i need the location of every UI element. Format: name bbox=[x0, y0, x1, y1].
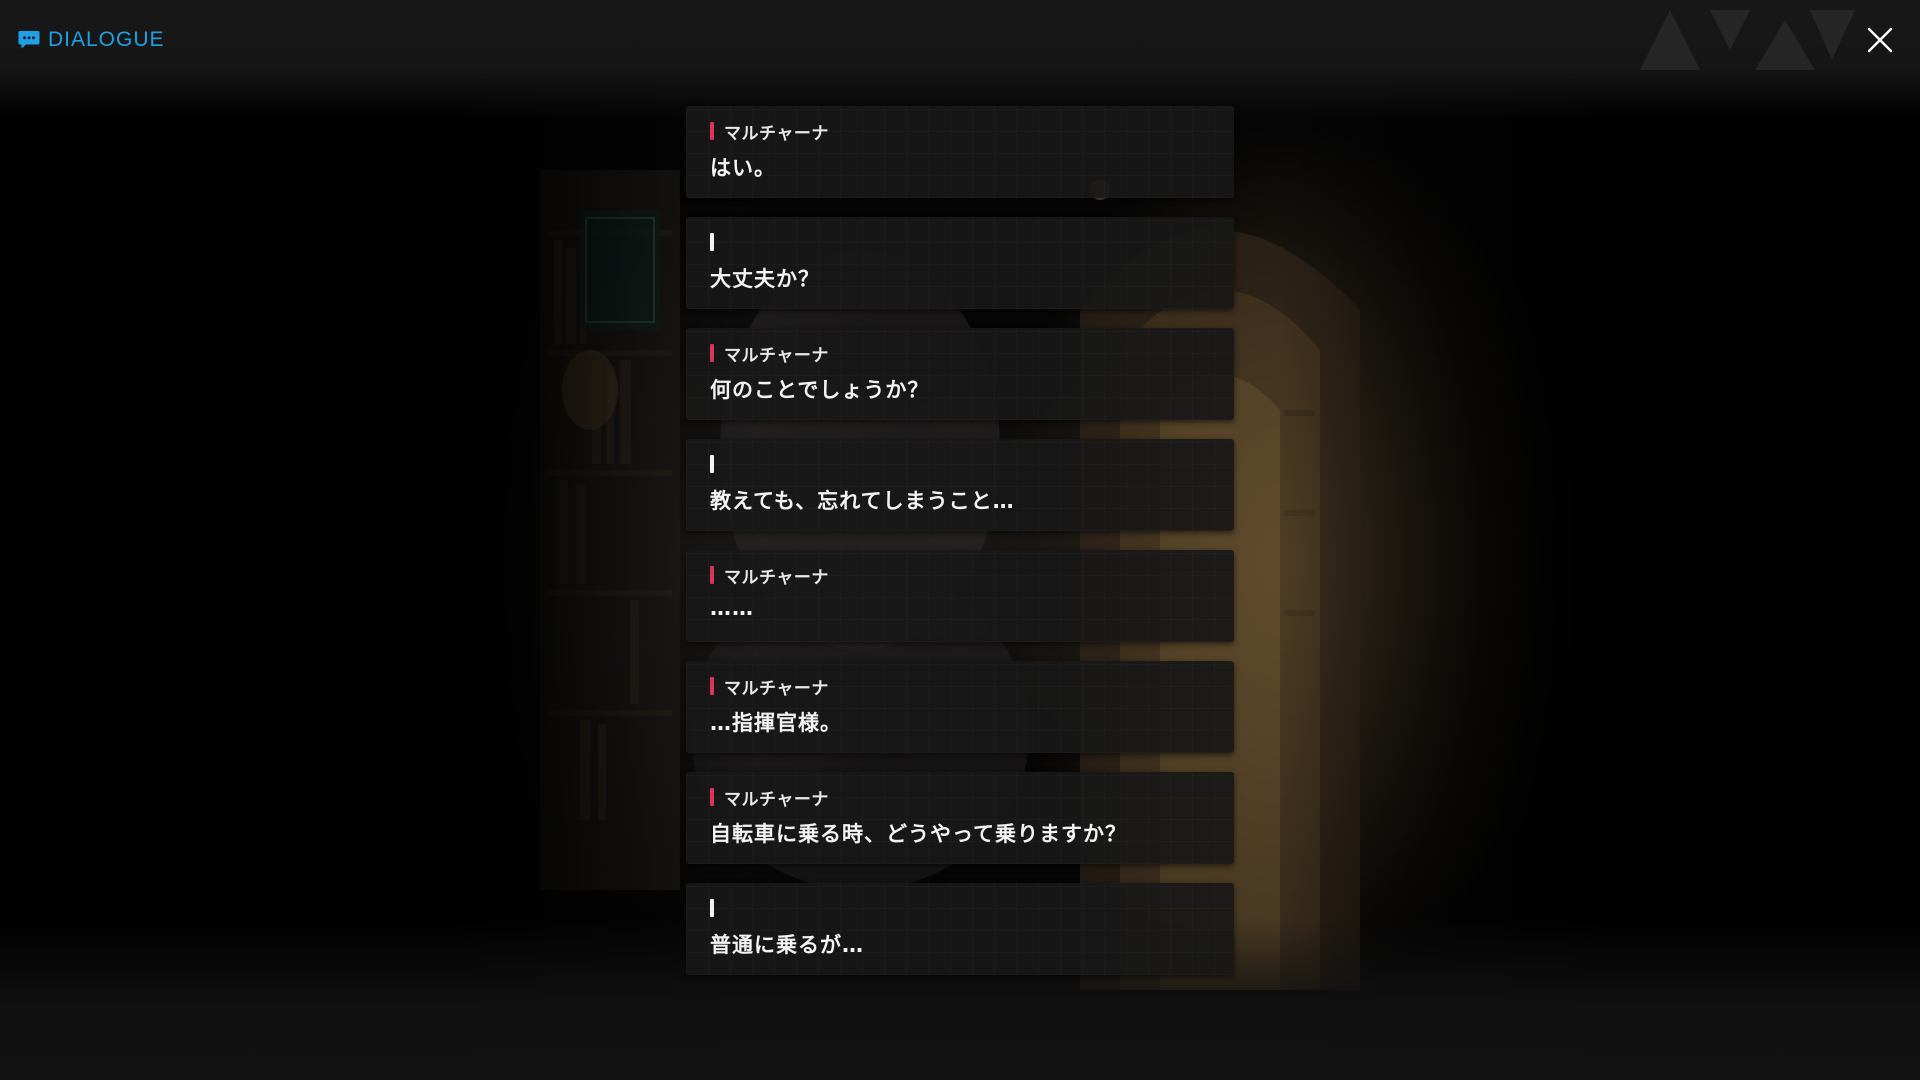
speaker-marker bbox=[710, 455, 714, 473]
speaker-marker bbox=[710, 344, 714, 362]
speaker-marker bbox=[710, 233, 714, 251]
speaker-marker bbox=[710, 566, 714, 584]
chat-bubble-icon bbox=[18, 31, 40, 49]
speaker-name: マルチャーナ bbox=[724, 789, 829, 810]
speaker-row: マルチャーナ bbox=[710, 342, 1210, 366]
dialogue-text: …… bbox=[710, 596, 754, 620]
header-label: DIALOGUE bbox=[48, 28, 165, 51]
left-vignette bbox=[0, 0, 760, 1080]
speaker-name: マルチャーナ bbox=[724, 345, 829, 366]
speaker-marker bbox=[710, 788, 714, 806]
dialogue-entry: 教えても、忘れてしまうこと… bbox=[686, 439, 1234, 531]
speaker-name: マルチャーナ bbox=[724, 123, 829, 144]
dialogue-entry: マルチャーナ …… bbox=[686, 550, 1234, 642]
close-button[interactable] bbox=[1862, 22, 1898, 58]
top-bar bbox=[0, 0, 1920, 120]
dialogue-entry: マルチャーナ …指揮官様。 bbox=[686, 661, 1234, 753]
speaker-row: マルチャーナ bbox=[710, 120, 1210, 144]
header-title: DIALOGUE bbox=[18, 28, 165, 52]
dialogue-text: …指揮官様。 bbox=[710, 711, 842, 735]
dialogue-text: 大丈夫か？ bbox=[710, 267, 820, 291]
close-icon bbox=[1867, 27, 1893, 53]
dialogue-text: 普通に乗るが… bbox=[710, 933, 864, 957]
speaker-row: マルチャーナ bbox=[710, 786, 1210, 810]
dialogue-text: 教えても、忘れてしまうこと… bbox=[710, 489, 1015, 513]
top-decoration bbox=[1640, 10, 1855, 70]
speaker-name: マルチャーナ bbox=[724, 567, 829, 588]
dialogue-log-screen: DIALOGUE マルチャーナ はい。 大丈夫か？ マルチャーナ 何のことでしょ… bbox=[0, 0, 1920, 1080]
speaker-row: マルチャーナ bbox=[710, 675, 1210, 699]
dialogue-entry: マルチャーナ 何のことでしょうか？ bbox=[686, 328, 1234, 420]
speaker-row bbox=[710, 897, 1210, 919]
dialogue-text: 自転車に乗る時、どうやって乗りますか？ bbox=[710, 822, 1127, 846]
speaker-marker bbox=[710, 899, 714, 917]
dialogue-log-list[interactable]: マルチャーナ はい。 大丈夫か？ マルチャーナ 何のことでしょうか？ 教えても、… bbox=[686, 106, 1234, 975]
dialogue-entry: 普通に乗るが… bbox=[686, 883, 1234, 975]
right-vignette bbox=[1280, 0, 1920, 1080]
speaker-name: マルチャーナ bbox=[724, 678, 829, 699]
speaker-marker bbox=[710, 122, 714, 140]
dialogue-entry: マルチャーナ はい。 bbox=[686, 106, 1234, 198]
speaker-row: マルチャーナ bbox=[710, 564, 1210, 588]
speaker-marker bbox=[710, 677, 714, 695]
dialogue-text: 何のことでしょうか？ bbox=[710, 378, 930, 402]
dialogue-text: はい。 bbox=[710, 156, 776, 180]
dialogue-entry: 大丈夫か？ bbox=[686, 217, 1234, 309]
speaker-row bbox=[710, 231, 1210, 253]
dialogue-entry: マルチャーナ 自転車に乗る時、どうやって乗りますか？ bbox=[686, 772, 1234, 864]
speaker-row bbox=[710, 453, 1210, 475]
